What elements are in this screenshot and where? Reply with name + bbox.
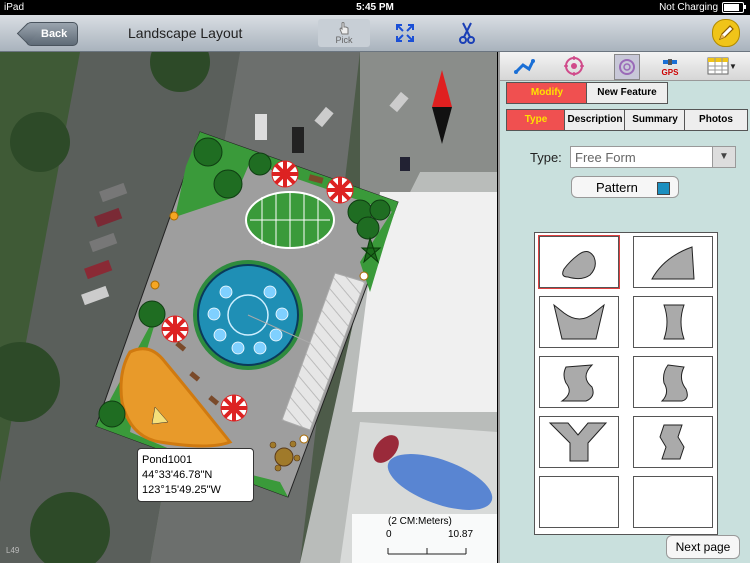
page-title: Landscape Layout — [128, 25, 243, 41]
pattern-color-swatch[interactable] — [657, 182, 670, 195]
cut-tool-button[interactable] — [454, 19, 480, 47]
wedge-shape-icon — [651, 246, 695, 280]
focus-tool-button[interactable] — [614, 54, 640, 80]
shape-freeform-blob[interactable] — [538, 235, 620, 289]
chevron-down-icon[interactable]: ▼ — [712, 147, 735, 167]
measure-tool-button[interactable] — [512, 54, 536, 78]
scale-min: 0 — [386, 529, 392, 540]
tab-summary[interactable]: Summary — [624, 109, 686, 131]
tab-new-feature[interactable]: New Feature — [586, 82, 668, 104]
pattern-label: Pattern — [596, 180, 638, 195]
map-view[interactable]: Pond1001 44°33'46.78"N 123°15'49.25"W (2… — [0, 52, 497, 563]
layers-menu-button[interactable]: ▼ — [704, 54, 740, 78]
table-grid-icon — [707, 57, 729, 75]
shape-empty-slot[interactable] — [539, 476, 619, 528]
pick-tool-button[interactable]: Pick — [318, 19, 370, 47]
measure-icon — [514, 59, 535, 74]
expand-arrows-icon — [396, 24, 414, 42]
clock: 5:45 PM — [356, 2, 394, 13]
shape-zigzag[interactable] — [633, 416, 713, 468]
shape-curved-wedge[interactable] — [633, 236, 713, 288]
pick-label: Pick — [335, 35, 353, 45]
feature-latitude: 44°33'46.78"N — [142, 469, 213, 481]
navigation-bar: Back Landscape Layout Pick — [0, 15, 750, 52]
charging-status: Not Charging — [659, 2, 718, 13]
tab-photos[interactable]: Photos — [684, 109, 748, 131]
north-arrow-icon — [432, 70, 452, 144]
zoom-extent-button[interactable] — [392, 19, 418, 47]
chevron-down-icon: ▼ — [729, 61, 737, 71]
pencil-icon — [718, 25, 734, 41]
trough-shape-icon — [553, 303, 605, 340]
target-icon — [564, 56, 584, 76]
shape-empty-slot[interactable] — [633, 476, 713, 528]
panel-toolbar: GPS ▼ — [500, 52, 750, 81]
s-curve-icon — [560, 364, 594, 402]
gps-label: GPS — [661, 67, 679, 77]
map-watermark: L49 — [6, 546, 20, 555]
gps-button[interactable]: GPS — [658, 54, 682, 78]
tab-type[interactable]: Type — [506, 109, 566, 131]
back-button[interactable]: Back — [26, 22, 79, 46]
type-label: Type: — [530, 150, 562, 165]
edit-pencil-button[interactable] — [712, 19, 740, 47]
scale-title: (2 CM:Meters) — [388, 516, 452, 527]
hand-pointer-icon — [339, 22, 349, 35]
feature-callout[interactable]: Pond1001 44°33'46.78"N 123°15'49.25"W — [137, 448, 254, 502]
battery-icon — [722, 2, 746, 13]
shape-grid — [534, 232, 718, 535]
type-select-value: Free Form — [575, 150, 636, 165]
zigzag-shape-icon — [659, 424, 685, 460]
shape-s-curve-left[interactable] — [539, 356, 619, 408]
focus-circle-icon — [619, 59, 635, 75]
blob-shape-icon — [562, 251, 596, 280]
feature-panel: GPS ▼ Modify New Feature Type Descriptio… — [498, 52, 750, 563]
type-select[interactable]: Free Form ▼ — [570, 146, 736, 168]
s-curve-alt-icon — [660, 364, 688, 402]
feature-name: Pond1001 — [142, 454, 193, 466]
next-page-button[interactable]: Next page — [666, 535, 740, 559]
pattern-button[interactable]: Pattern — [571, 176, 679, 198]
scale-ruler — [387, 548, 467, 555]
scale-bar: (2 CM:Meters) 0 10.87 — [352, 514, 497, 563]
shape-y-junction[interactable] — [539, 416, 619, 468]
tab-modify[interactable]: Modify — [506, 82, 588, 104]
tab-description[interactable]: Description — [564, 109, 626, 131]
status-bar: iPad 5:45 PM Not Charging — [0, 0, 750, 15]
satellite-icon — [663, 58, 677, 65]
concave-bar-icon — [663, 304, 685, 340]
scissors-icon — [459, 22, 475, 44]
y-shape-icon — [548, 422, 608, 462]
feature-longitude: 123°15'49.25"W — [142, 484, 221, 496]
shape-concave-bar[interactable] — [633, 296, 713, 348]
locate-tool-button[interactable] — [562, 54, 586, 78]
scale-max: 10.87 — [448, 529, 474, 540]
shape-s-curve-right[interactable] — [633, 356, 713, 408]
shape-u-trough[interactable] — [539, 296, 619, 348]
